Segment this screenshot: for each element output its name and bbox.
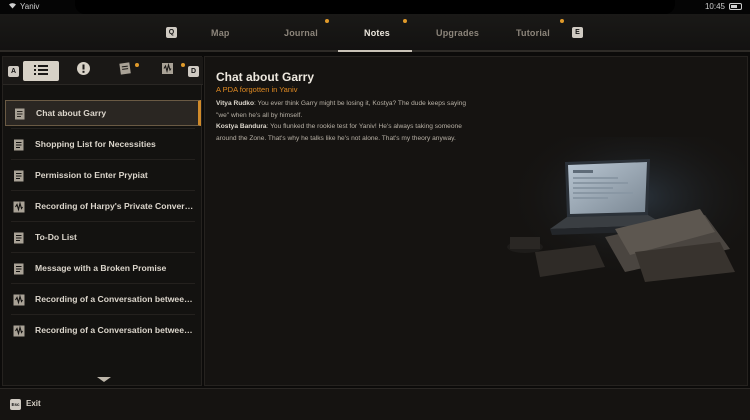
tab-map[interactable]: Map xyxy=(211,28,230,38)
wifi-icon xyxy=(8,2,17,11)
document-icon xyxy=(14,107,26,120)
dialogue-line: Kostya Bandura: You flunked the rookie t… xyxy=(216,121,468,144)
clock: 10:45 xyxy=(704,2,725,11)
filter-bar: A D xyxy=(3,57,203,85)
laptop-illustration xyxy=(505,137,745,287)
escape-key-icon[interactable]: Esc xyxy=(10,399,21,410)
journal-notification-dot xyxy=(325,19,329,23)
note-detail-panel: Chat about Garry A PDA forgotten in Yani… xyxy=(204,56,748,386)
tab-tutorial[interactable]: Tutorial xyxy=(516,28,550,38)
exit-button[interactable]: Exit xyxy=(26,399,41,408)
note-source: A PDA forgotten in Yaniv xyxy=(216,85,298,94)
row-divider xyxy=(11,252,195,253)
tab-notes[interactable]: Notes xyxy=(364,28,390,38)
note-item-broken-promise[interactable]: Message with a Broken Promise xyxy=(5,255,201,281)
nav-next-key[interactable]: E xyxy=(572,27,583,38)
status-bar: Yaniv 10:45 xyxy=(0,0,750,14)
filter-next-key[interactable]: D xyxy=(188,66,199,77)
notes-notification-dot xyxy=(403,19,407,23)
note-item-todo-list[interactable]: To-Do List xyxy=(5,224,201,250)
scroll-down-arrow-icon[interactable] xyxy=(97,377,111,382)
note-item-label: Recording of a Conversation between Faus… xyxy=(35,294,195,304)
battery-icon xyxy=(729,3,742,10)
document-icon xyxy=(13,169,25,182)
note-item-faust-recording-2[interactable]: Recording of a Conversation between Faus… xyxy=(5,317,201,343)
filter-all-button[interactable] xyxy=(23,61,59,81)
dialogue-line: Vitya Rudko: You ever think Garry might … xyxy=(216,98,468,121)
row-divider xyxy=(11,159,195,160)
note-item-label: Recording of Harpy's Private Conversatio… xyxy=(35,201,195,211)
note-body: Vitya Rudko: You ever think Garry might … xyxy=(216,98,468,144)
speaker-name: Kostya Bandura xyxy=(216,123,267,130)
active-tab-underline xyxy=(338,50,412,52)
note-title: Chat about Garry xyxy=(216,70,315,84)
carrier-area: Yaniv xyxy=(8,2,39,11)
tab-upgrades[interactable]: Upgrades xyxy=(436,28,479,38)
alert-icon xyxy=(76,62,90,80)
document-icon xyxy=(13,262,25,275)
top-notch-frame xyxy=(75,0,675,14)
row-divider xyxy=(11,221,195,222)
tab-journal[interactable]: Journal xyxy=(284,28,318,38)
note-item-harpy-recording[interactable]: Recording of Harpy's Private Conversatio… xyxy=(5,193,201,219)
row-divider xyxy=(11,314,195,315)
row-divider xyxy=(11,128,195,129)
document-icon xyxy=(13,138,25,151)
note-item-label: To-Do List xyxy=(35,232,77,242)
note-item-chat-about-garry[interactable]: Chat about Garry xyxy=(5,100,201,126)
nav-prev-key[interactable]: Q xyxy=(166,27,177,38)
note-item-label: Shopping List for Necessities xyxy=(35,139,156,149)
row-divider xyxy=(11,283,195,284)
notes-list-panel: A D Chat about Garry Shopping List for N… xyxy=(2,56,203,386)
carrier-name: Yaniv xyxy=(20,2,40,11)
note-item-shopping-list[interactable]: Shopping List for Necessities xyxy=(5,131,201,157)
filter-important-button[interactable] xyxy=(65,61,101,81)
clock-area: 10:45 xyxy=(705,2,742,11)
top-navigation: Q Map Journal Notes Upgrades Tutorial E xyxy=(0,14,750,52)
documents-notification-dot xyxy=(135,63,139,67)
note-item-permission-prypiat[interactable]: Permission to Enter Prypiat xyxy=(5,162,201,188)
document-icon xyxy=(118,62,132,80)
audio-recording-icon xyxy=(13,324,25,337)
filter-prev-key[interactable]: A xyxy=(8,66,19,77)
speaker-name: Vitya Rudko xyxy=(216,100,254,107)
note-item-faust-recording-1[interactable]: Recording of a Conversation between Faus… xyxy=(5,286,201,312)
document-icon xyxy=(13,231,25,244)
recordings-notification-dot xyxy=(181,63,185,67)
filter-recordings-button[interactable] xyxy=(149,61,185,81)
row-divider xyxy=(11,190,195,191)
tutorial-notification-dot xyxy=(560,19,564,23)
note-item-label: Permission to Enter Prypiat xyxy=(35,170,148,180)
audio-recording-icon xyxy=(13,293,25,306)
dialogue-text: : You ever think Garry might be losing i… xyxy=(216,100,467,119)
audio-recording-icon xyxy=(161,62,174,80)
filter-documents-button[interactable] xyxy=(107,61,143,81)
audio-recording-icon xyxy=(13,200,25,213)
bottom-bar: Esc Exit xyxy=(0,388,750,420)
list-icon xyxy=(34,62,48,80)
note-item-label: Recording of a Conversation between Faus… xyxy=(35,325,195,335)
note-item-label: Chat about Garry xyxy=(36,108,107,118)
note-item-label: Message with a Broken Promise xyxy=(35,263,167,273)
